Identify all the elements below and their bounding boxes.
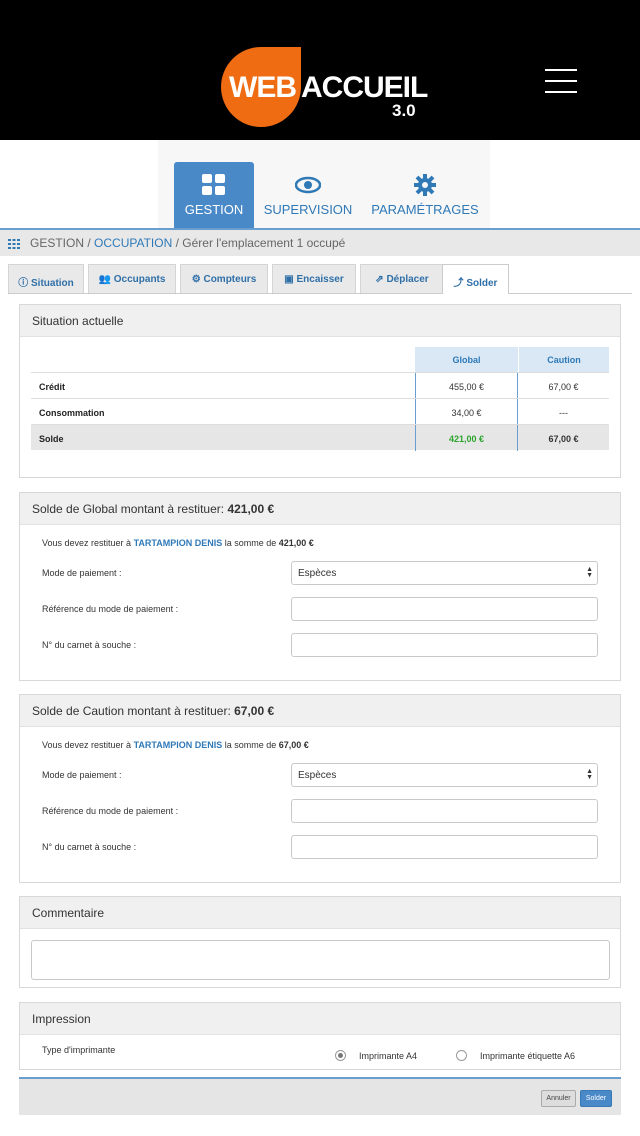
tab-solder[interactable]: ⤴ Solder [442, 264, 509, 294]
reference-paiement-label: Référence du mode de paiement : [42, 806, 179, 816]
nav-gestion[interactable]: GESTION [174, 162, 254, 228]
table-row-total: Solde 421,00 € 67,00 € [31, 424, 609, 451]
eye-icon [295, 176, 321, 194]
logo-accueil-text: ACCUEIL [301, 71, 428, 104]
reference-paiement-label: Référence du mode de paiement : [42, 604, 179, 614]
panel-solde-caution-title: Solde de Caution montant à restituer: 67… [20, 695, 620, 727]
panel-situation: Situation actuelle Global Caution Crédit… [19, 304, 621, 478]
info-icon: ⓘ [18, 278, 31, 289]
mode-paiement-select[interactable]: Espèces ▲ ▼ [291, 763, 598, 787]
nav-supervision-label: SUPERVISION [263, 202, 353, 217]
col-header-global: Global [415, 347, 518, 372]
tab-deplacer[interactable]: ⇗ Déplacer [360, 264, 444, 293]
type-imprimante-label: Type d'imprimante [42, 1045, 116, 1055]
col-header-caution: Caution [518, 347, 609, 372]
tab-bar: ⓘ Situation 👥 Occupants ⚙ Compteurs ▣ En… [8, 264, 632, 294]
mode-paiement-label: Mode de paiement : [42, 568, 122, 578]
apps-grid-icon [8, 238, 20, 249]
comment-textarea[interactable] [31, 940, 610, 980]
cash-icon: ▣ [284, 274, 297, 285]
action-bar: Annuler Solder [19, 1077, 621, 1115]
logo-version-text: 3.0 [392, 101, 416, 120]
nav-parametrages[interactable]: PARAMÉTRAGES [366, 162, 484, 228]
main-nav: GESTION SUPERVISION PARAMÉTRAGES [0, 140, 640, 228]
radio-imprimante-a6[interactable] [456, 1050, 467, 1061]
table-row: Crédit 455,00 € 67,00 € [31, 372, 609, 399]
tab-situation[interactable]: ⓘ Situation [8, 264, 84, 293]
move-icon: ⇗ [375, 274, 387, 285]
nav-gestion-label: GESTION [184, 202, 244, 217]
panel-situation-title: Situation actuelle [20, 305, 620, 337]
solder-button[interactable]: Solder [580, 1090, 612, 1107]
gear-icon [414, 174, 436, 196]
panel-solde-global-title: Solde de Global montant à restituer: 421… [20, 493, 620, 525]
nav-parametrages-label: PARAMÉTRAGES [371, 202, 479, 217]
breadcrumb: GESTION / OCCUPATION / Gérer l'emplaceme… [0, 228, 640, 256]
breadcrumb-root[interactable]: GESTION [30, 236, 84, 250]
logo-web-text: WEB [229, 71, 297, 104]
solde-global-message: Vous devez restituer à TARTAMPION DENIS … [42, 538, 314, 548]
app-header: WEB ACCUEIL 3.0 [0, 0, 640, 140]
breadcrumb-occupation[interactable]: OCCUPATION [94, 236, 172, 250]
carnet-souche-label: N° du carnet à souche : [42, 640, 137, 650]
nav-supervision[interactable]: SUPERVISION [258, 162, 358, 228]
panel-commentaire: Commentaire [19, 896, 621, 988]
mode-paiement-select[interactable]: Espèces ▲ ▼ [291, 561, 598, 585]
select-arrows-icon: ▲ ▼ [586, 566, 593, 579]
solde-caution-message: Vous devez restituer à TARTAMPION DENIS … [42, 740, 309, 750]
radio-imprimante-a6-label: Imprimante étiquette A6 [480, 1051, 576, 1061]
panel-solde-global: Solde de Global montant à restituer: 421… [19, 492, 621, 681]
carnet-souche-label: N° du carnet à souche : [42, 842, 137, 852]
radio-imprimante-a4-label: Imprimante A4 [359, 1051, 418, 1061]
hamburger-menu-icon[interactable] [545, 69, 577, 93]
tab-encaisser[interactable]: ▣ Encaisser [272, 264, 356, 293]
carnet-souche-input[interactable] [291, 633, 598, 657]
panel-commentaire-title: Commentaire [20, 897, 620, 929]
cancel-button[interactable]: Annuler [541, 1090, 576, 1107]
tab-occupants[interactable]: 👥 Occupants [88, 264, 176, 293]
grid-icon [202, 174, 225, 195]
webaccueil-logo[interactable]: WEB ACCUEIL 3.0 [221, 47, 431, 129]
reference-paiement-input[interactable] [291, 597, 598, 621]
users-icon: 👥 [98, 274, 114, 285]
mode-paiement-label: Mode de paiement : [42, 770, 122, 780]
radio-imprimante-a4[interactable] [335, 1050, 346, 1061]
tab-compteurs[interactable]: ⚙ Compteurs [180, 264, 268, 293]
carnet-souche-input[interactable] [291, 835, 598, 859]
select-arrows-icon: ▲ ▼ [586, 768, 593, 781]
table-row: Consommation 34,00 € --- [31, 398, 609, 425]
arrow-icon: ⤴ [453, 278, 467, 289]
reference-paiement-input[interactable] [291, 799, 598, 823]
panel-impression-title: Impression [20, 1003, 620, 1035]
breadcrumb-current: Gérer l'emplacement 1 occupé [182, 236, 346, 250]
panel-solde-caution: Solde de Caution montant à restituer: 67… [19, 694, 621, 883]
panel-impression: Impression Type d'imprimante Imprimante … [19, 1002, 621, 1070]
cog-icon: ⚙ [191, 274, 204, 285]
